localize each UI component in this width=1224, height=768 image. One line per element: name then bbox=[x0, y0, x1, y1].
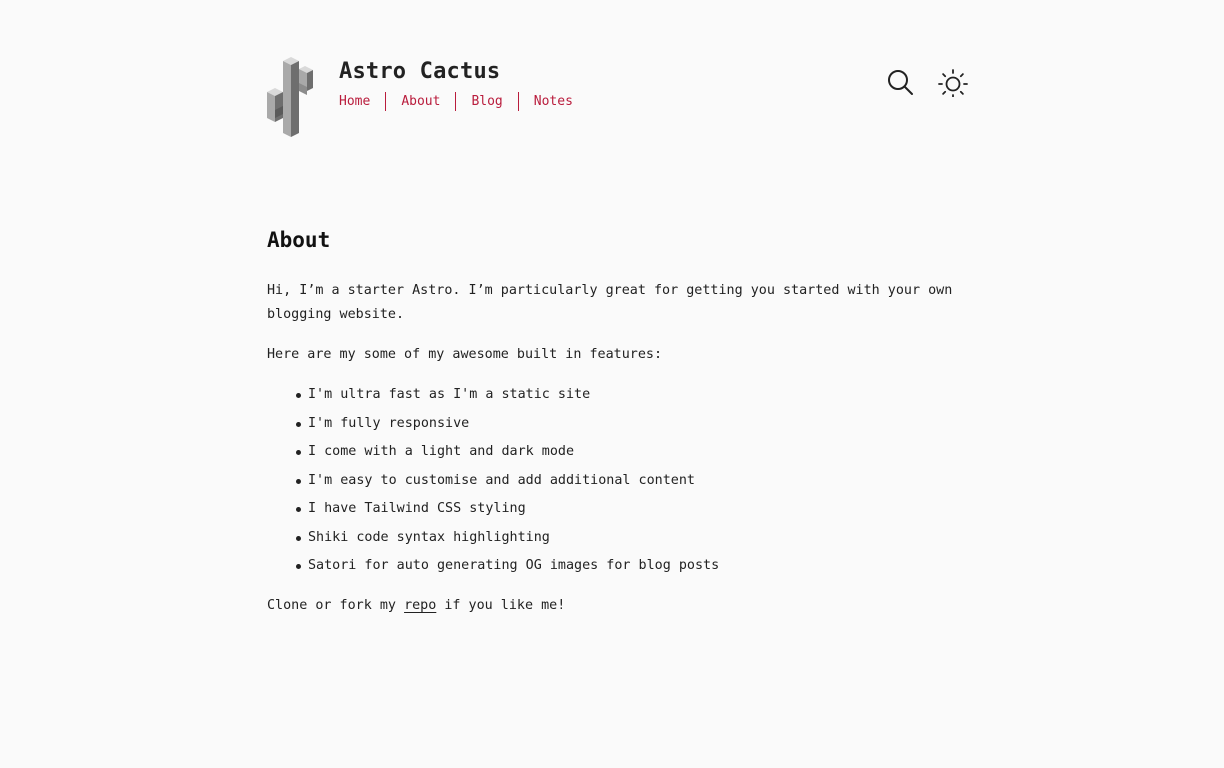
nav-link-about[interactable]: About bbox=[401, 92, 440, 111]
list-item: I'm ultra fast as I'm a static site bbox=[296, 383, 967, 412]
sun-icon bbox=[938, 69, 968, 99]
features-intro: Here are my some of my awesome built in … bbox=[267, 347, 663, 362]
list-item: I'm easy to customise and add additional… bbox=[296, 469, 967, 498]
site-header: Astro Cactus Home About Blog Notes bbox=[267, 55, 968, 137]
search-button[interactable] bbox=[886, 67, 916, 97]
main-content: About Hi, I’m a starter Astro. I’m parti… bbox=[267, 222, 967, 618]
list-item: I come with a light and dark mode bbox=[296, 440, 967, 469]
nav-divider bbox=[517, 92, 519, 111]
closing-text-after: if you like me! bbox=[436, 597, 566, 613]
nav-divider bbox=[455, 92, 457, 111]
nav-divider bbox=[385, 92, 387, 111]
list-item: Shiki code syntax highlighting bbox=[296, 526, 967, 555]
search-icon bbox=[888, 70, 913, 95]
site-title[interactable]: Astro Cactus bbox=[339, 59, 500, 84]
nav-link-notes[interactable]: Notes bbox=[534, 92, 573, 111]
nav-link-home[interactable]: Home bbox=[339, 92, 370, 111]
list-item: I have Tailwind CSS styling bbox=[296, 497, 967, 526]
main-nav: Home About Blog Notes bbox=[339, 92, 573, 111]
intro-paragraph: Hi, I’m a starter Astro. I’m particularl… bbox=[267, 283, 953, 322]
closing-text-before: Clone or fork my bbox=[267, 597, 405, 613]
features-list: I'm ultra fast as I'm a static site I'm … bbox=[267, 383, 967, 583]
repo-link[interactable]: repo bbox=[404, 598, 436, 613]
closing-paragraph: Clone or fork my repo if you like me! bbox=[267, 594, 967, 618]
cactus-logo bbox=[267, 57, 313, 137]
nav-link-blog[interactable]: Blog bbox=[471, 92, 502, 111]
theme-toggle-button[interactable] bbox=[938, 67, 968, 99]
page-title: About bbox=[267, 228, 331, 252]
list-item: I'm fully responsive bbox=[296, 412, 967, 441]
list-item: Satori for auto generating OG images for… bbox=[296, 554, 967, 583]
